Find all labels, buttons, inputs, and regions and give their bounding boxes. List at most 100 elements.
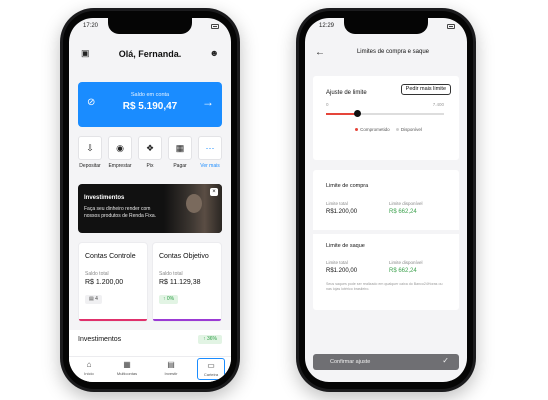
arrow-right-icon[interactable]: → [202,95,214,109]
greeting: Olá, Fernanda. [118,49,182,59]
arrow-up-icon: ↑ [163,296,166,302]
action-label: Pix [146,163,154,169]
confirm-label: Confirmar ajuste [330,359,371,365]
battery-icon [211,24,219,29]
card-chip-value: 0% [166,296,175,302]
stage: 17:20 ▣ Olá, Fernanda. ☻ ⊘ Saldo em cont… [0,0,548,400]
legend-committed: Comprometido [360,127,390,132]
action-pagar[interactable]: ▦ Pagar [167,136,193,169]
balance-label: Saldo em conta [130,92,170,98]
user-icon[interactable]: ☻ [210,49,219,58]
home-icon: ⌂ [86,360,92,369]
chart-icon: ▤ [167,360,175,369]
deposit-icon: ⇩ [78,136,102,160]
action-ver-mais[interactable]: ⋯ Ver mais [197,136,223,169]
action-label: Depositar [79,163,101,169]
card-icon: ▤ [89,296,94,302]
tab-label: Início [84,371,94,376]
check-icon: ✓ [442,356,449,365]
action-label: Pagar [173,163,187,169]
purchase-available-value: R$ 662,24 [389,209,417,215]
slider-max: 7.400 [432,102,444,107]
tab-multicontas[interactable]: ▦ Multicontas [113,360,141,376]
card-accent-bar [153,319,221,321]
slider-fill [326,113,357,115]
confirm-adjust-button[interactable]: Confirmar ajuste ✓ [313,354,459,370]
tab-label: Investir [164,371,178,376]
notch [344,18,428,34]
investments-badge: ↑ 36% [198,335,222,344]
action-label: Emprestar [108,163,132,169]
tab-investir[interactable]: ▤ Investir [157,360,185,376]
purchase-limit-title: Limite de compra [326,183,369,189]
card-chip-value: 4 [95,296,98,302]
promo-banner[interactable]: Investimentos Faça seu dinheiro render c… [78,184,222,233]
lend-icon: ◉ [108,136,132,160]
status-time: 17:20 [83,23,99,29]
withdraw-available-value: R$ 662,24 [389,268,417,274]
phone-home: 17:20 ▣ Olá, Fernanda. ☻ ⊘ Saldo em cont… [60,8,240,392]
home-header: ▣ Olá, Fernanda. ☻ [69,44,231,64]
card-chip: ↑ 0% [159,295,179,304]
card-chip: ▤ 4 [85,295,102,304]
investments-title: Investimentos [78,336,122,343]
close-icon[interactable]: × [210,188,218,196]
slider-handle[interactable] [353,110,361,117]
purchase-available-label: Limite disponível [389,201,423,206]
tab-label: Multicontas [116,371,138,376]
action-emprestar[interactable]: ◉ Emprestar [107,136,133,169]
notch [108,18,192,34]
action-label: Ver mais [200,163,220,169]
page-title: Limites de compra e saque [356,49,430,55]
investments-pct: 36% [206,336,217,342]
card-label: Saldo total [159,271,183,277]
committed-dot [355,128,359,132]
balance-value: R$ 5.190,47 [122,101,178,112]
battery-icon [447,24,455,29]
card-value: R$ 1.200,00 [85,279,124,286]
legend-available: Disponível [400,127,422,132]
limits-screen: 12:29 ← Limites de compra e saque Ajuste… [305,18,467,382]
card-contas-objetivo[interactable]: Contas Objetivo Saldo total R$ 11.129,38… [152,242,222,322]
arrow-up-icon: ↑ [203,336,206,342]
limits-details-panel: Limite de compra Limite total R$1.200,00… [313,170,459,310]
grid-icon: ▦ [123,360,131,369]
action-depositar[interactable]: ⇩ Depositar [77,136,103,169]
status-time: 12:29 [319,23,335,29]
promo-title: Investimentos [84,195,125,201]
tab-carteira[interactable]: ▭ Carteira [197,358,225,380]
purchase-total-value: R$1.200,00 [326,209,358,215]
card-value: R$ 11.129,38 [159,279,201,286]
card-label: Saldo total [85,271,109,277]
tab-bar: ⌂ Início ▦ Multicontas ▤ Investir ▭ Cart… [69,356,231,382]
card-title: Contas Objetivo [159,253,209,260]
adjust-title: Ajuste de limite [326,90,367,96]
more-icon: ⋯ [198,136,222,160]
pix-icon: ❖ [138,136,162,160]
promo-text: Faça seu dinheiro render com nossos prod… [84,206,156,219]
limits-header: ← Limites de compra e saque [305,44,467,64]
withdraw-note: Seus saques pode ser realizado em qualqu… [326,282,443,292]
limit-adjust-panel: Ajuste de limite Pedir mais limite 0 7.4… [313,76,459,160]
section-divider [313,230,459,234]
withdraw-total-value: R$1.200,00 [326,268,358,274]
withdraw-limit-title: Limite de saque [326,243,365,249]
limit-slider[interactable] [326,110,444,117]
card-title: Contas Controle [85,253,136,260]
action-pix[interactable]: ❖ Pix [137,136,163,169]
card-contas-controle[interactable]: Contas Controle Saldo total R$ 1.200,00 … [78,242,148,322]
quick-actions: ⇩ Depositar ◉ Emprestar ❖ Pix ▦ Pagar ⋯ [77,136,223,176]
home-screen: 17:20 ▣ Olá, Fernanda. ☻ ⊘ Saldo em cont… [69,18,231,382]
wallet-icon: ▭ [207,361,215,370]
slider-legend: Comprometido Disponível [313,127,459,132]
tab-label: Carteira [203,372,219,377]
phone-limits: 12:29 ← Limites de compra e saque Ajuste… [296,8,476,392]
withdraw-total-label: Limite total [326,260,348,265]
request-more-limit-button[interactable]: Pedir mais limite [400,84,451,95]
barcode-icon: ▦ [168,136,192,160]
card-accent-bar [79,319,147,321]
withdraw-available-label: Limite disponível [389,260,423,265]
balance-card[interactable]: ⊘ Saldo em conta R$ 5.190,47 → [78,82,222,127]
slider-min: 0 [326,102,329,107]
tab-inicio[interactable]: ⌂ Início [75,360,103,376]
